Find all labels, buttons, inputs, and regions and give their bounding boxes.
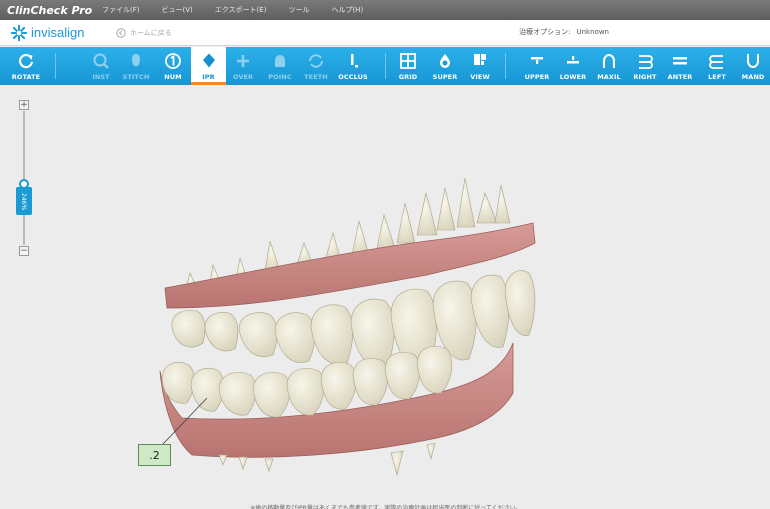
clincheck-window: ClinCheck Pro ファイル(F) ビュー(V) エクスポート(E) ツ…: [0, 0, 770, 509]
left-icon: [709, 55, 723, 69]
logo-text: invisalign: [31, 25, 85, 40]
mandibular-button[interactable]: MAND: [737, 47, 769, 85]
menu-bar: ClinCheck Pro ファイル(F) ビュー(V) エクスポート(E) ツ…: [0, 0, 770, 20]
treatment-option: 治療オプション: Unknown: [519, 27, 609, 37]
right-view-button[interactable]: RIGHT: [629, 47, 661, 85]
grid-button[interactable]: GRID: [393, 47, 423, 85]
grid-icon: [400, 53, 416, 69]
view-button[interactable]: VIEW: [466, 47, 494, 85]
left-view-button[interactable]: LEFT: [701, 47, 733, 85]
home-link-label: ホームに戻る: [130, 28, 172, 37]
stitch-icon: [132, 54, 140, 67]
treatment-option-value[interactable]: Unknown: [577, 28, 610, 36]
treatment-option-label: 治療オプション:: [519, 28, 571, 36]
star-logo-icon: [10, 24, 28, 41]
brand-bar: invisalign ホームに戻る 治療オプション: Unknown: [0, 20, 770, 46]
plus-icon: [237, 55, 249, 67]
inspect-icon: [93, 53, 109, 69]
rotate-icon: [18, 54, 34, 69]
superimpose-icon: [440, 54, 450, 68]
toolbar-separator: [385, 53, 386, 79]
back-arrow-icon: [116, 27, 126, 38]
number-icon: [165, 53, 181, 69]
ipr-button[interactable]: IPR: [191, 47, 226, 85]
toolbar-separator: [55, 53, 56, 79]
footer-note: ※歯の移動量及びIPR量はあくまでも参考値です。実際の治療計画は担当医の判断に従…: [250, 505, 522, 509]
rotate-button[interactable]: ROTATE: [6, 47, 46, 85]
toolbar: ROTATE INST STITCH NUM IPR OVER POINC TE…: [0, 47, 770, 85]
main-menu: ファイル(F) ビュー(V) エクスポート(E) ツール ヘルプ(H): [102, 5, 385, 15]
upper-button[interactable]: UPPER: [520, 47, 554, 85]
pontic-icon: [275, 55, 285, 67]
menu-export[interactable]: エクスポート(E): [215, 5, 267, 15]
overlay-button[interactable]: OVER: [228, 47, 258, 85]
menu-file[interactable]: ファイル(F): [102, 5, 140, 15]
mandibular-icon: [747, 54, 759, 68]
dental-arch-model[interactable]: [7, 93, 765, 498]
teeth-button[interactable]: TEETH: [300, 47, 332, 85]
app-title: ClinCheck Pro: [7, 3, 93, 17]
pontic-button[interactable]: POINC: [262, 47, 298, 85]
anterior-view-button[interactable]: ANTER: [664, 47, 696, 85]
anterior-icon: [673, 57, 687, 65]
menu-help[interactable]: ヘルプ(H): [331, 5, 363, 15]
inspect-button[interactable]: INST: [84, 47, 118, 85]
teeth-icon: [309, 54, 323, 68]
active-indicator: [191, 82, 226, 85]
stitch-button[interactable]: STITCH: [118, 47, 154, 85]
maxillary-button[interactable]: MAXIL: [594, 47, 624, 85]
occlusion-button[interactable]: OCCLUS: [334, 47, 372, 85]
ipr-icon: [202, 53, 215, 68]
lower-icon: [567, 56, 579, 64]
maxillary-icon: [603, 54, 615, 68]
superimpose-button[interactable]: SUPER: [428, 47, 462, 85]
invisalign-logo: invisalign: [0, 24, 110, 42]
home-link[interactable]: ホームに戻る: [116, 27, 172, 38]
ipr-value-label[interactable]: .2: [138, 444, 171, 466]
view-icon: [474, 54, 486, 65]
right-icon: [639, 55, 653, 69]
menu-tools[interactable]: ツール: [288, 5, 309, 15]
lower-button[interactable]: LOWER: [556, 47, 590, 85]
model-viewport[interactable]: + 246% − .2 ※歯の移動量及びIPR量はあくまでも参考値です。実際の治…: [7, 93, 765, 509]
menu-view[interactable]: ビュー(V): [162, 5, 193, 15]
upper-icon: [531, 57, 543, 64]
numbering-button[interactable]: NUM: [156, 47, 190, 85]
toolbar-separator: [505, 53, 506, 79]
occlusion-icon: [351, 54, 358, 68]
